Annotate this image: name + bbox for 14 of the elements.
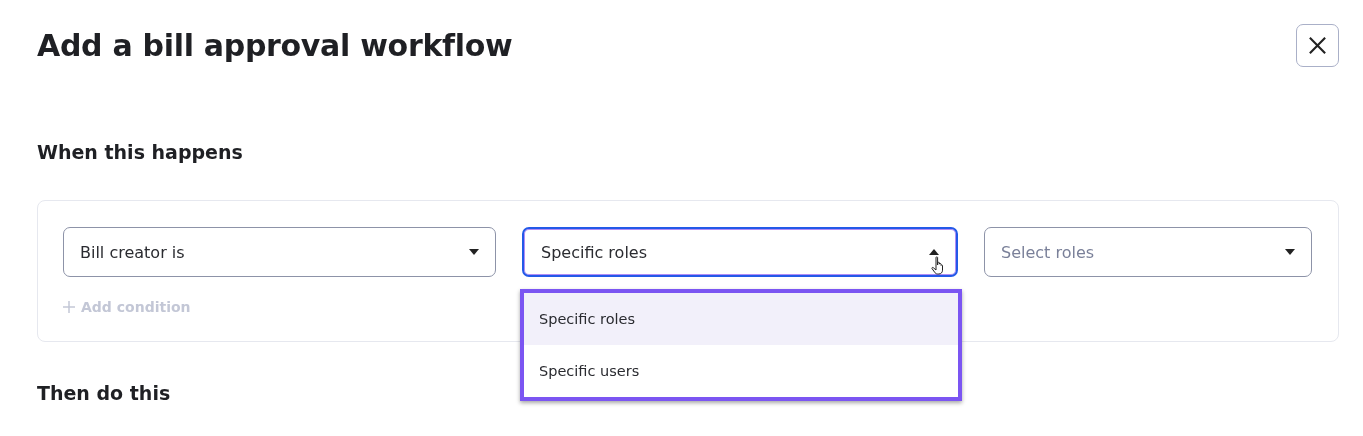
dropdown-select[interactable]: Bill creator is xyxy=(63,227,496,277)
menu-option[interactable]: Specific users xyxy=(524,345,958,397)
plus-icon xyxy=(63,301,75,313)
dropdown-select[interactable]: Specific roles xyxy=(522,227,958,277)
section-heading: Then do this xyxy=(37,381,172,406)
menu-option[interactable]: Specific roles xyxy=(524,293,958,345)
pointer-cursor-icon xyxy=(930,256,945,276)
close-icon xyxy=(1307,34,1328,56)
caret-icon xyxy=(1285,249,1295,255)
dialog-title: Add a bill approval workflow xyxy=(37,27,513,63)
dropdown-select[interactable]: Select roles xyxy=(984,227,1312,277)
close-button[interactable] xyxy=(1296,23,1339,67)
section-heading: When this happens xyxy=(37,140,244,165)
caret-icon xyxy=(469,249,479,255)
